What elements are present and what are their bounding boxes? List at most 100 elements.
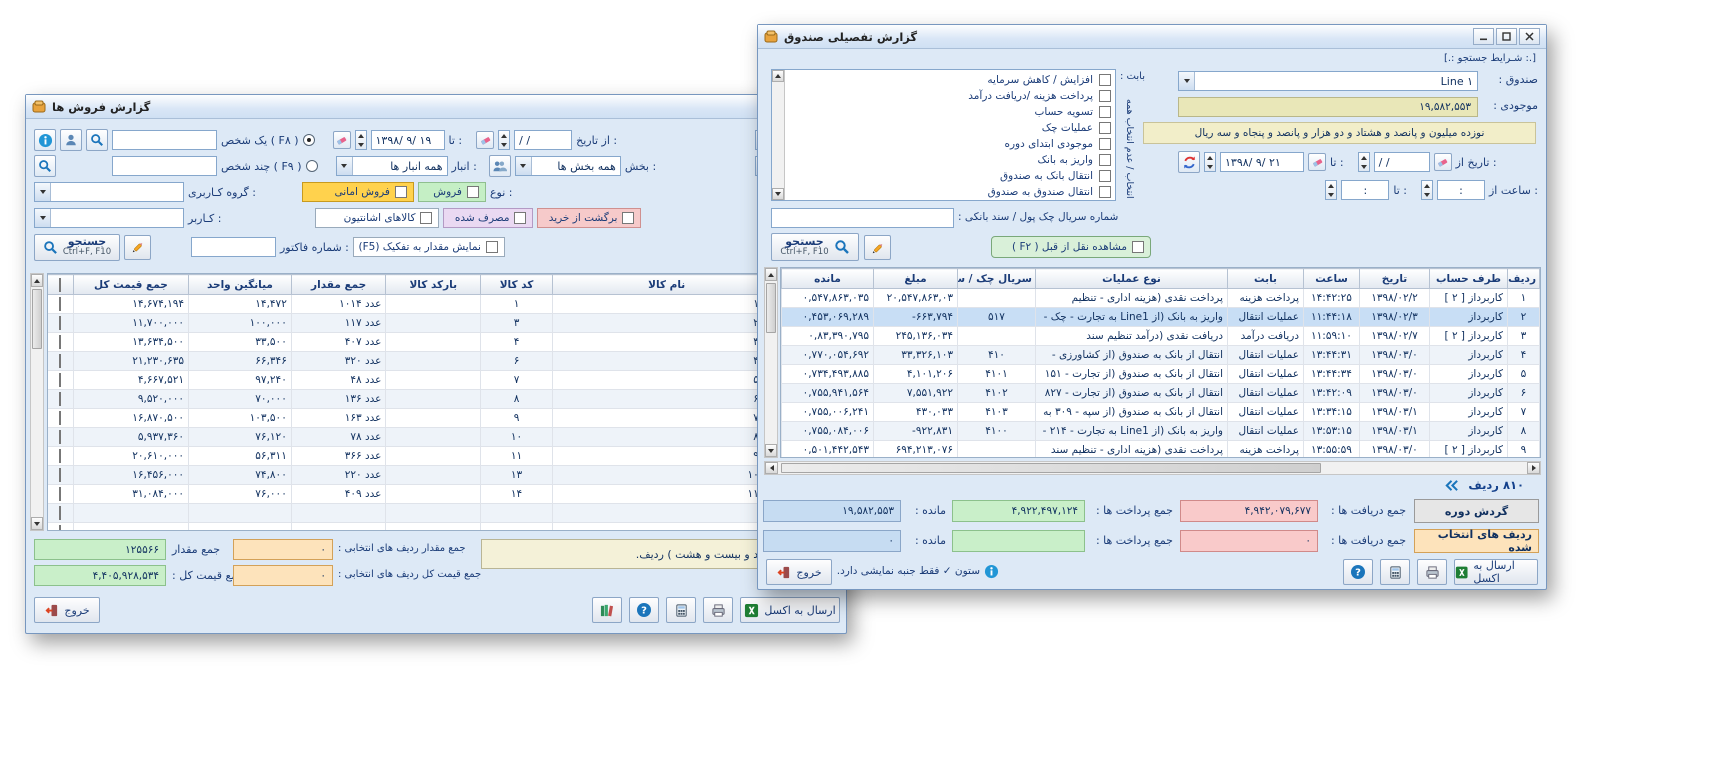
cash-table-row[interactable]: ۳ کاربرداز [ ۲ ] ۱۳۹۸/۰۲/۷ ۱۱:۵۹:۱۰ دریا… xyxy=(782,327,1540,346)
navigate-rows-button[interactable] xyxy=(1443,478,1460,493)
print-button[interactable] xyxy=(1417,559,1447,585)
close-button[interactable] xyxy=(1519,28,1540,45)
cash-table-row[interactable]: ۱ کاربرداز [ ۲ ] ۱۳۹۸/۰۲/۲ ۱۴:۴۲:۲۵ پردا… xyxy=(782,289,1540,308)
row-checkbox[interactable] xyxy=(59,392,61,406)
sales-table-row[interactable]: کالا ۱۰ ۱۳ ۲۲۰ عدد ۷۴,۸۰۰ ۱۶,۴۵۶,۰۰۰ xyxy=(47,466,841,485)
cash-table-row[interactable]: ۴ کاربرداز ۱۳۹۸/۰۳/۰ ۱۳:۴۴:۳۱ عملیات انت… xyxy=(782,346,1540,365)
purchase-return-checkbox[interactable]: برگشت از خرید xyxy=(537,208,641,228)
cashbox-titlebar[interactable]: گزارش تفصیلی صندوق xyxy=(758,25,1546,49)
sale-checkbox[interactable]: فروش xyxy=(418,182,486,202)
checkbox[interactable] xyxy=(1099,74,1111,86)
calculator-button[interactable] xyxy=(666,597,696,623)
col-header-qty[interactable]: جمع مقدار xyxy=(291,275,386,295)
checkbox[interactable] xyxy=(622,212,634,224)
store-combo[interactable]: همه انبار ها xyxy=(336,156,448,176)
maximize-button[interactable] xyxy=(1496,28,1517,45)
sales-table-row[interactable] xyxy=(47,523,841,532)
checkbox[interactable] xyxy=(420,212,432,224)
from-date-input[interactable]: / / xyxy=(1374,152,1430,172)
row-checkbox[interactable] xyxy=(59,316,61,330)
checkbox[interactable] xyxy=(1099,90,1111,102)
cash-vertical-scrollbar[interactable] xyxy=(764,267,778,458)
multi-person-radio-group[interactable]: چند شخص ( F۹ ) xyxy=(221,160,318,173)
sales-titlebar[interactable]: گزارش فروش ها xyxy=(26,95,846,119)
sales-table-row[interactable] xyxy=(47,504,841,523)
export-excel-button[interactable]: ارسال به اکسل xyxy=(740,597,840,623)
checkbox[interactable] xyxy=(1099,138,1111,150)
col-header-code[interactable]: کد کالا xyxy=(481,275,553,295)
clear-from-date-button[interactable] xyxy=(476,131,494,149)
view-previous-carry-checkbox[interactable]: مشاهده نقل از قبل ( F۲ ) xyxy=(991,236,1151,258)
sales-table-row[interactable]: کالا ۳ ۴ ۴۰۷ عدد ۳۳,۵۰۰ ۱۳,۶۳۴,۵۰۰ xyxy=(47,333,841,352)
col-header-barcode[interactable]: بارکد کالا xyxy=(386,275,481,295)
from-time-input[interactable]: : xyxy=(1437,180,1485,200)
checkbox[interactable] xyxy=(1099,170,1111,182)
col-header-balance[interactable]: مانده xyxy=(782,269,874,289)
col-header-name[interactable]: نام کالا xyxy=(553,275,781,295)
one-person-radio[interactable] xyxy=(303,134,315,146)
operation-type-item[interactable]: تسویه حساب xyxy=(788,104,1111,120)
row-checkbox[interactable] xyxy=(59,506,61,520)
checkbox[interactable] xyxy=(395,186,407,198)
one-person-radio-group[interactable]: یک شخص ( F۸ ) xyxy=(221,134,315,147)
sales-table-row[interactable]: کالا ۱ ۱ ۱۰۱۴ عدد ۱۴,۴۷۲ ۱۴,۶۷۴,۱۹۴ xyxy=(47,295,841,314)
person-button[interactable] xyxy=(60,129,82,151)
row-checkbox[interactable] xyxy=(59,525,61,531)
print-button[interactable] xyxy=(703,597,733,623)
operation-type-item[interactable]: پرداخت هزینه /دریافت درآمد xyxy=(788,88,1111,104)
sales-table-row[interactable]: کالا ۹ ۱۱ ۳۶۶ عدد ۵۶,۳۱۱ ۲۰,۶۱۰,۰۰۰ xyxy=(47,447,841,466)
search-button[interactable]: جستجوCtrl+F, F10 xyxy=(34,234,120,261)
col-header-amount[interactable]: مبلغ xyxy=(874,269,958,289)
col-header-party[interactable]: طرف حساب xyxy=(1430,269,1508,289)
col-header-select[interactable] xyxy=(47,275,73,295)
clear-to-date-button[interactable] xyxy=(333,131,351,149)
scroll-up-button[interactable] xyxy=(31,274,43,287)
person-search-input[interactable] xyxy=(112,130,217,150)
from-date-input[interactable]: / / xyxy=(514,130,572,150)
row-checkbox[interactable] xyxy=(59,411,61,425)
row-checkbox[interactable] xyxy=(59,468,61,482)
scroll-thumb[interactable] xyxy=(766,283,776,333)
to-date-spinner[interactable] xyxy=(355,130,367,150)
row-checkbox[interactable] xyxy=(59,487,61,501)
operation-type-item[interactable]: موجودی ابتدای دوره xyxy=(788,136,1111,152)
help-button[interactable]: ? xyxy=(1343,559,1373,585)
select-all-checkbox[interactable] xyxy=(59,278,61,292)
fund-combo[interactable]: Line ۱ xyxy=(1178,71,1478,91)
cash-table-row[interactable]: ۵ کاربرداز ۱۳۹۸/۰۳/۰ ۱۳:۴۴:۳۴ عملیات انت… xyxy=(782,365,1540,384)
scroll-left-button[interactable] xyxy=(765,462,778,474)
cash-table-row[interactable]: ۲ کاربرداز ۱۳۹۸/۰۲/۳ ۱۱:۴۴:۱۸ عملیات انت… xyxy=(782,308,1540,327)
scroll-down-button[interactable] xyxy=(31,517,43,530)
sales-table-row[interactable]: کالا ۶ ۸ ۱۳۶ عدد ۷۰,۰۰۰ ۹,۵۲۰,۰۰۰ xyxy=(47,390,841,409)
exit-button[interactable]: خروج xyxy=(34,597,100,623)
multi-person-radio[interactable] xyxy=(306,160,318,172)
select-all-vertical-label[interactable]: انتخاب / عدم انتخاب همه xyxy=(1124,87,1135,199)
row-checkbox[interactable] xyxy=(59,449,61,463)
checkbox[interactable] xyxy=(1099,186,1111,198)
from-date-spinner[interactable] xyxy=(498,130,510,150)
sales-table-row[interactable]: کالا ۲ ۳ ۱۱۷ عدد ۱۰۰,۰۰۰ ۱۱,۷۰۰,۰۰۰ xyxy=(47,314,841,333)
from-time-spinner[interactable] xyxy=(1421,180,1433,200)
from-date-spinner[interactable] xyxy=(1358,152,1370,172)
reports-button[interactable] xyxy=(592,597,622,623)
checkbox[interactable] xyxy=(467,186,479,198)
scroll-thumb[interactable] xyxy=(781,463,1321,473)
to-time-spinner[interactable] xyxy=(1325,180,1337,200)
to-time-input[interactable]: : xyxy=(1341,180,1389,200)
edit-button[interactable] xyxy=(124,235,151,260)
calculator-button[interactable] xyxy=(1380,559,1410,585)
minimize-button[interactable] xyxy=(1473,28,1494,45)
consumed-checkbox[interactable]: مصرف شده xyxy=(443,208,533,228)
operation-type-item[interactable]: واریز به بانک xyxy=(788,152,1111,168)
sales-vertical-scrollbar[interactable] xyxy=(30,273,44,531)
section-combo[interactable]: همه بخش ها xyxy=(515,156,621,176)
to-date-spinner[interactable] xyxy=(1204,152,1216,172)
cash-table-row[interactable]: ۸ کاربرداز ۱۳۹۸/۰۳/۱ ۱۳:۵۳:۱۵ عملیات انت… xyxy=(782,422,1540,441)
cash-horizontal-scrollbar[interactable] xyxy=(764,461,1541,475)
row-checkbox[interactable] xyxy=(59,373,61,387)
sections-button[interactable] xyxy=(489,155,511,177)
cash-table-row[interactable]: ۹ کاربرداز [ ۲ ] ۱۳۹۸/۰۳/۰ ۱۳:۵۵:۵۹ پردا… xyxy=(782,441,1540,459)
checkbox[interactable] xyxy=(514,212,526,224)
col-header-avg[interactable]: میانگین واحد xyxy=(189,275,292,295)
user-combo[interactable] xyxy=(34,208,184,228)
